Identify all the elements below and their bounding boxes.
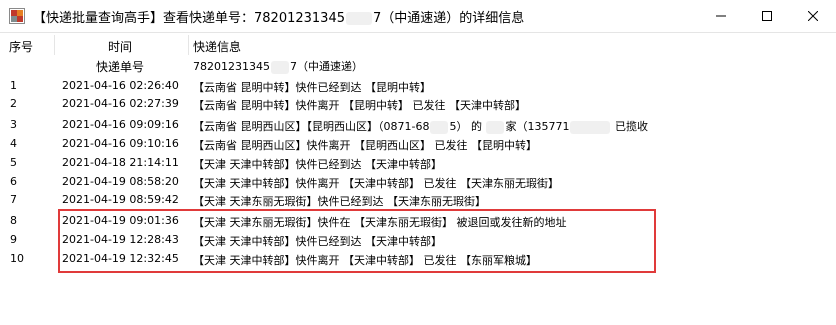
table-row[interactable]: 2 2021-04-16 02:27:39 【云南省 昆明中转】快件离开 【昆明…: [0, 95, 836, 113]
row-index: 3: [10, 118, 17, 131]
row-info-part: 5） 的: [449, 120, 486, 133]
redaction-mark: [570, 120, 611, 134]
detail-window: 【快递批量查询高手】查看快递单号：78201231345 7（中通速递）的详细信息…: [0, 0, 836, 325]
row-index: 2: [10, 97, 17, 110]
tracking-list[interactable]: 序号 时间 快递信息 快递单号 78201231345 7（中通速递） 1 202…: [0, 32, 836, 325]
table-row[interactable]: 1 2021-04-16 02:26:40 【云南省 昆明中转】快件已经到达 【…: [0, 77, 836, 95]
row-index: 9: [10, 233, 17, 246]
row-info: 【云南省 昆明中转】快件已经到达 【昆明中转】: [193, 81, 431, 94]
minimize-button[interactable]: [698, 0, 744, 32]
redaction-mark: [270, 60, 289, 74]
row-info: 【天津 天津东丽无瑕街】快件已经到达 【天津东丽无瑕街】: [193, 195, 486, 208]
table-row[interactable]: 3 2021-04-16 09:09:16 【云南省 昆明西山区】【昆明西山区】…: [0, 116, 836, 134]
minimize-icon: [716, 15, 726, 17]
row-index: 8: [10, 214, 17, 227]
row-info-part: 家（135771: [505, 120, 570, 133]
row-info: 【云南省 昆明西山区】【昆明西山区】（0871-68 5） 的 家（135771 …: [193, 118, 648, 134]
row-time: 2021-04-16 09:09:16: [62, 118, 179, 131]
column-divider[interactable]: [54, 35, 55, 55]
redaction-mark: [345, 12, 372, 25]
window-title: 【快递批量查询高手】查看快递单号：78201231345 7（中通速递）的详细信息: [33, 7, 524, 26]
window-title-part-1: 【快递批量查询高手】查看快递单号：78201231345: [33, 11, 345, 26]
row-time: 2021-04-16 02:26:40: [62, 79, 179, 92]
row-info: 【云南省 昆明西山区】快件离开 【昆明西山区】 已发往 【昆明中转】: [193, 139, 537, 152]
row-index: 1: [10, 79, 17, 92]
title-bar[interactable]: 【快递批量查询高手】查看快递单号：78201231345 7（中通速递）的详细信息: [0, 0, 836, 32]
column-header-index[interactable]: 序号: [9, 38, 33, 55]
column-divider[interactable]: [188, 35, 189, 55]
highlight-box: [58, 209, 656, 273]
row-index: 7: [10, 193, 17, 206]
row-index: 10: [10, 252, 24, 265]
row-index: 6: [10, 175, 17, 188]
row-index: 5: [10, 156, 17, 169]
table-row[interactable]: 5 2021-04-18 21:14:11 【天津 天津中转部】快件已经到达 【…: [0, 154, 836, 172]
close-icon: [808, 11, 818, 21]
table-row[interactable]: 7 2021-04-19 08:59:42 【天津 天津东丽无瑕街】快件已经到达…: [0, 191, 836, 209]
column-header-time[interactable]: 时间: [108, 38, 132, 55]
row-time: 2021-04-16 02:27:39: [62, 97, 179, 110]
table-row[interactable]: 6 2021-04-19 08:58:20 【天津 天津中转部】快件离开 【天津…: [0, 173, 836, 191]
app-logo-icon: [9, 8, 25, 24]
row-time: 2021-04-18 21:14:11: [62, 156, 179, 169]
tracking-number-part-2: 7（中通速递）: [289, 60, 363, 73]
list-header: 序号 时间 快递信息: [0, 33, 836, 55]
row-info: 【天津 天津中转部】快件离开 【天津中转部】 已发往 【天津东丽无瑕街】: [193, 177, 559, 190]
row-time: 2021-04-19 08:59:42: [62, 193, 179, 206]
close-button[interactable]: [790, 0, 836, 32]
row-index: 4: [10, 137, 17, 150]
row-time: 2021-04-19 08:58:20: [62, 175, 179, 188]
row-info: 【云南省 昆明中转】快件离开 【昆明中转】 已发往 【天津中转部】: [193, 99, 526, 112]
column-header-info[interactable]: 快递信息: [193, 38, 241, 55]
maximize-icon: [762, 11, 772, 21]
row-info-part: 【云南省 昆明西山区】【昆明西山区】（0871-68: [193, 120, 430, 133]
maximize-button[interactable]: [744, 0, 790, 32]
table-row[interactable]: 4 2021-04-16 09:10:16 【云南省 昆明西山区】快件离开 【昆…: [0, 135, 836, 153]
redaction-mark: [430, 120, 449, 134]
window-title-part-2: 7（中通速递）的详细信息: [372, 11, 525, 26]
tracking-number-value: 78201231345 7（中通速递）: [193, 58, 363, 74]
tracking-number-row[interactable]: 快递单号 78201231345 7（中通速递）: [0, 56, 836, 74]
tracking-number-part-1: 78201231345: [193, 60, 270, 73]
row-time: 2021-04-16 09:10:16: [62, 137, 179, 150]
redaction-mark: [486, 120, 505, 134]
tracking-number-label: 快递单号: [96, 60, 145, 74]
row-info: 【天津 天津中转部】快件已经到达 【天津中转部】: [193, 158, 442, 171]
row-info-part: 已揽收: [611, 120, 648, 133]
